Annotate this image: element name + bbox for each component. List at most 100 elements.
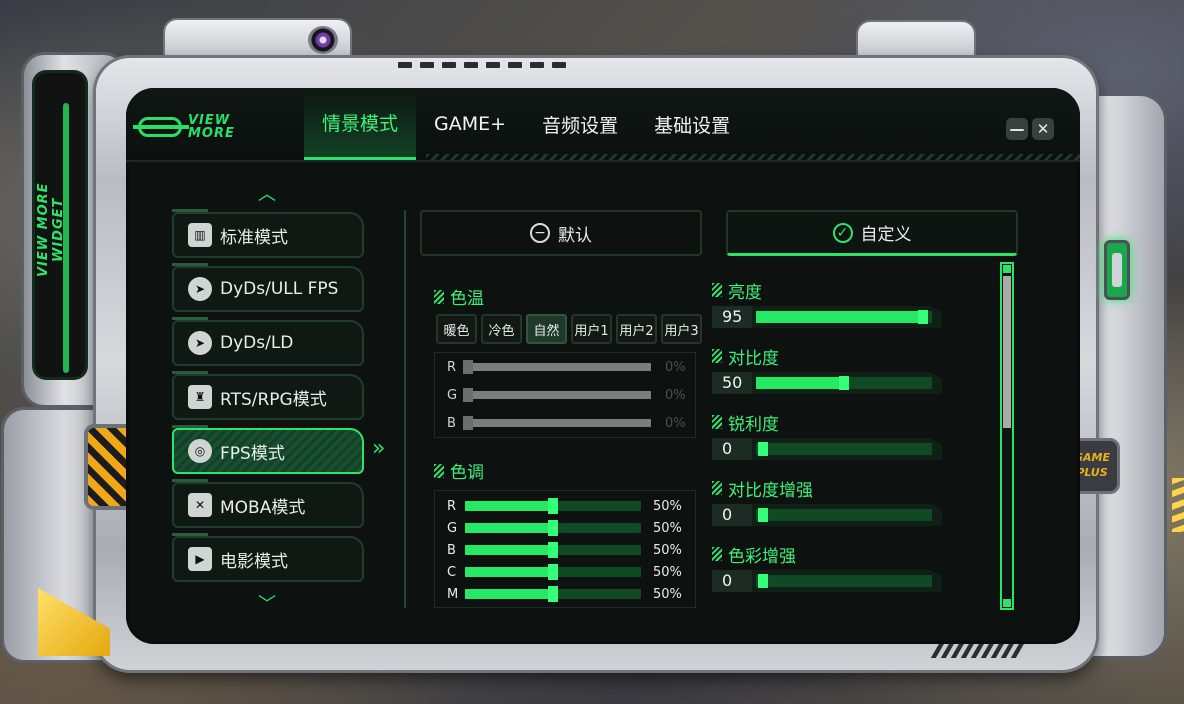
menu-item-movie[interactable]: ▶ 电影模式 bbox=[172, 533, 364, 582]
menu-item-label: 电影模式 bbox=[220, 551, 288, 572]
minus-circle-icon: − bbox=[530, 223, 550, 243]
slider-row: B 50% bbox=[435, 539, 695, 561]
slider-row: G 50% bbox=[435, 517, 695, 539]
default-label: 默认 bbox=[558, 225, 592, 246]
stripe-icon bbox=[434, 289, 444, 304]
preset-natural[interactable]: 自然 bbox=[526, 314, 567, 344]
sharpness-slider[interactable]: 0 bbox=[712, 438, 942, 460]
speed-icon: ➤ bbox=[188, 331, 212, 355]
slider-label: M bbox=[447, 586, 459, 602]
stripe-icon bbox=[712, 481, 722, 495]
default-segment[interactable]: − 默认 bbox=[420, 210, 702, 256]
menu-item-dyds-ld[interactable]: ➤ DyDs/LD bbox=[172, 317, 364, 366]
adj-label: 色彩增强 bbox=[728, 546, 796, 567]
adj-label: 锐利度 bbox=[728, 414, 779, 435]
chevron-up-icon[interactable]: ︿ bbox=[256, 186, 278, 204]
adj-value: 0 bbox=[712, 438, 752, 460]
slider-value: 0% bbox=[665, 359, 686, 375]
slider-value: 0% bbox=[665, 387, 686, 403]
film-icon: ▶ bbox=[188, 547, 212, 571]
preset-user3[interactable]: 用户3 bbox=[661, 314, 702, 344]
preset-cool[interactable]: 冷色 bbox=[481, 314, 522, 344]
menu-item-label: DyDs/LD bbox=[220, 333, 294, 353]
adj-title: 对比度增强 bbox=[712, 476, 942, 501]
settings-panel: − 默认 ✓ 自定义 色温 暖色 冷色 自然 用户1 用户2 用户3 R 0% G… bbox=[404, 210, 1020, 610]
minimize-button[interactable]: — bbox=[1006, 118, 1028, 140]
tab-audio-settings[interactable]: 音频设置 bbox=[524, 88, 636, 160]
custom-segment[interactable]: ✓ 自定义 bbox=[726, 210, 1018, 256]
scroll-thumb[interactable] bbox=[1003, 276, 1011, 428]
preset-user1[interactable]: 用户1 bbox=[571, 314, 612, 344]
hue-b-slider[interactable] bbox=[465, 542, 641, 558]
adj-track[interactable] bbox=[756, 574, 932, 588]
adj-label: 对比度增强 bbox=[728, 480, 813, 501]
menu-item-standard[interactable]: ▥ 标准模式 bbox=[172, 209, 364, 258]
tab-basic-settings[interactable]: 基础设置 bbox=[636, 88, 748, 160]
contrast-enhance-slider[interactable]: 0 bbox=[712, 504, 942, 526]
top-vents bbox=[398, 62, 566, 68]
main-nav: 情景模式 GAME+ 音频设置 基础设置 bbox=[304, 88, 748, 160]
slider-label: R bbox=[447, 359, 457, 375]
chart-icon: ▥ bbox=[188, 223, 212, 247]
menu-item-fps[interactable]: ◎ FPS模式 bbox=[172, 425, 364, 474]
sharpness-control: 锐利度 0 bbox=[712, 410, 942, 460]
color-temp-title: 色温 bbox=[434, 284, 484, 309]
scroll-cap-top bbox=[1003, 265, 1011, 273]
tab-game-plus[interactable]: GAME+ bbox=[416, 88, 524, 160]
contrast-enhance-control: 对比度增强 0 bbox=[712, 476, 942, 526]
chess-icon: ♜ bbox=[188, 385, 212, 409]
side-label: VIEW MORE WIDGET bbox=[36, 182, 66, 278]
menu-item-label: MOBA模式 bbox=[220, 497, 306, 518]
adj-value: 50 bbox=[712, 372, 752, 394]
adj-title: 色彩增强 bbox=[712, 542, 942, 567]
hue-c-slider[interactable] bbox=[465, 564, 641, 580]
brightness-control: 亮度 95 bbox=[712, 278, 942, 328]
temp-g-slider[interactable] bbox=[463, 388, 651, 402]
adj-track[interactable] bbox=[756, 442, 932, 456]
close-button[interactable]: ✕ bbox=[1032, 118, 1054, 140]
slider-label: B bbox=[447, 415, 456, 431]
chevron-down-icon[interactable]: ﹀ bbox=[256, 596, 278, 614]
adj-track[interactable] bbox=[756, 508, 932, 522]
slider-label: R bbox=[447, 498, 457, 514]
menu-item-moba[interactable]: ✕ MOBA模式 bbox=[172, 479, 364, 528]
menu-item-dyds-ull-fps[interactable]: ➤ DyDs/ULL FPS bbox=[172, 263, 364, 312]
slider-row: C 50% bbox=[435, 561, 695, 583]
temp-r-slider[interactable] bbox=[463, 360, 651, 374]
menu-item-label: FPS模式 bbox=[220, 443, 285, 464]
hue-r-slider[interactable] bbox=[465, 498, 641, 514]
color-temp-presets: 暖色 冷色 自然 用户1 用户2 用户3 bbox=[436, 314, 702, 344]
preset-user2[interactable]: 用户2 bbox=[616, 314, 657, 344]
color-temp-sliders: R 0% G 0% B 0% bbox=[434, 352, 696, 438]
hue-g-slider[interactable] bbox=[465, 520, 641, 536]
slider-label: B bbox=[447, 542, 456, 558]
adj-track[interactable] bbox=[756, 310, 932, 324]
app-screen: VIEW MORE 情景模式 GAME+ 音频设置 基础设置 — ✕ ︿ ▥ 标准… bbox=[126, 88, 1080, 644]
custom-label: 自定义 bbox=[860, 225, 912, 245]
preset-warm[interactable]: 暖色 bbox=[436, 314, 477, 344]
mode-menu: ▥ 标准模式 ➤ DyDs/ULL FPS ➤ DyDs/LD ♜ RTS/RPG模式 … bbox=[172, 209, 364, 590]
adj-value: 0 bbox=[712, 570, 752, 592]
vertical-scrollbar[interactable] bbox=[1000, 262, 1014, 610]
brightness-slider[interactable]: 95 bbox=[712, 306, 942, 328]
slider-label: G bbox=[447, 520, 458, 536]
color-enhance-slider[interactable]: 0 bbox=[712, 570, 942, 592]
slider-value: 0% bbox=[665, 415, 686, 431]
stripe-icon bbox=[434, 463, 444, 478]
scroll-cap-bottom bbox=[1003, 599, 1011, 607]
target-icon: ◎ bbox=[188, 439, 212, 463]
contrast-slider[interactable]: 50 bbox=[712, 372, 942, 394]
menu-item-label: 标准模式 bbox=[220, 227, 288, 248]
menu-item-rts-rpg[interactable]: ♜ RTS/RPG模式 bbox=[172, 371, 364, 420]
hue-label: 色调 bbox=[450, 463, 484, 483]
hue-m-slider[interactable] bbox=[465, 586, 641, 602]
adj-track[interactable] bbox=[756, 376, 932, 390]
stripe-icon bbox=[712, 349, 722, 363]
stripe-icon bbox=[712, 283, 722, 297]
top-bar: VIEW MORE 情景模式 GAME+ 音频设置 基础设置 — ✕ bbox=[126, 88, 1080, 162]
temp-b-slider[interactable] bbox=[463, 416, 651, 430]
slider-value: 50% bbox=[653, 520, 682, 536]
logo: VIEW MORE bbox=[133, 114, 235, 140]
logo-text: VIEW MORE bbox=[188, 114, 235, 140]
tab-scene-mode[interactable]: 情景模式 bbox=[304, 88, 417, 160]
